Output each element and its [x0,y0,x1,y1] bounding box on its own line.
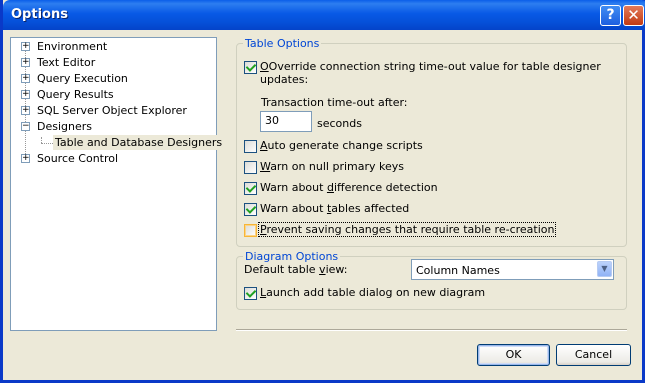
tree-item-text-editor[interactable]: + Text Editor [11,55,216,70]
timeout-value: 30 [265,114,279,127]
auto-generate-scripts-checkbox[interactable] [244,140,257,153]
override-timeout-checkbox[interactable] [244,61,257,74]
help-button[interactable]: ? [600,5,621,26]
warn-tables-affected-checkbox[interactable] [244,203,257,216]
separator [236,329,627,331]
chevron-down-icon[interactable]: ▼ [597,261,612,277]
collapse-icon[interactable]: − [21,122,30,131]
tree-item-sql-server-object-explorer[interactable]: + SQL Server Object Explorer [11,103,216,118]
expand-icon[interactable]: + [21,106,30,115]
expand-icon[interactable]: + [21,58,30,67]
timeout-label: Transaction time-out after: [261,96,408,109]
warn-null-primary-keys-label[interactable]: Warn on null primary keys [260,160,404,173]
options-tree[interactable]: + Environment + Text Editor + Query Exec… [10,37,225,331]
window-title: Options [11,7,68,22]
override-timeout-label[interactable]: OOverride connection string time-out val… [260,60,601,73]
tree-item-label: Source Control [37,152,119,165]
tree-item-source-control[interactable]: + Source Control [11,151,216,166]
expand-icon[interactable]: + [21,74,30,83]
default-table-view-label: Default table view: [244,263,348,276]
warn-difference-detection-checkbox[interactable] [244,182,257,195]
warn-tables-affected-label[interactable]: Warn about tables affected [260,202,409,215]
tree-item-designers[interactable]: − Designers [11,119,216,134]
auto-generate-scripts-label[interactable]: Auto generate change scripts [260,139,423,152]
table-options-legend: Table Options [245,37,320,50]
tree-item-label: Table and Database Designers [53,135,225,150]
title-bar[interactable]: Options ? ✕ [3,0,645,30]
ok-button[interactable]: OK [477,344,550,366]
close-icon: ✕ [627,6,640,24]
tree-item-query-results[interactable]: + Query Results [11,87,216,102]
prevent-saving-changes-label[interactable]: Prevent saving changes that require tabl… [258,222,557,237]
tree-item-label: Designers [37,120,92,133]
tree-item-environment[interactable]: + Environment [11,39,216,54]
cancel-button[interactable]: Cancel [556,344,631,366]
tree-item-label: Query Results [37,88,114,101]
default-table-view-select[interactable]: Column Names ▼ [411,259,614,280]
timeout-input[interactable]: 30 [260,111,312,132]
close-button[interactable]: ✕ [623,5,644,26]
warn-difference-detection-label[interactable]: Warn about difference detection [260,181,438,194]
tree-item-table-and-database-designers[interactable]: Table and Database Designers [11,135,225,150]
default-table-view-value: Column Names [416,264,500,277]
tree-item-label: Environment [37,40,108,53]
timeout-unit-label: seconds [317,117,362,130]
expand-icon[interactable]: + [21,154,30,163]
diagram-options-legend: Diagram Options [245,250,339,263]
override-timeout-label-line2: updates: [260,73,309,86]
prevent-saving-changes-checkbox[interactable] [244,224,257,237]
tree-item-label: SQL Server Object Explorer [37,104,187,117]
tree-item-label: Text Editor [37,56,96,69]
tree-item-query-execution[interactable]: + Query Execution [11,71,216,86]
warn-null-primary-keys-checkbox[interactable] [244,161,257,174]
expand-icon[interactable]: + [21,90,30,99]
help-icon: ? [606,7,615,23]
launch-add-table-checkbox[interactable] [244,287,257,300]
expand-icon[interactable]: + [21,42,30,51]
launch-add-table-label[interactable]: Launch add table dialog on new diagram [260,286,485,299]
tree-item-label: Query Execution [37,72,128,85]
